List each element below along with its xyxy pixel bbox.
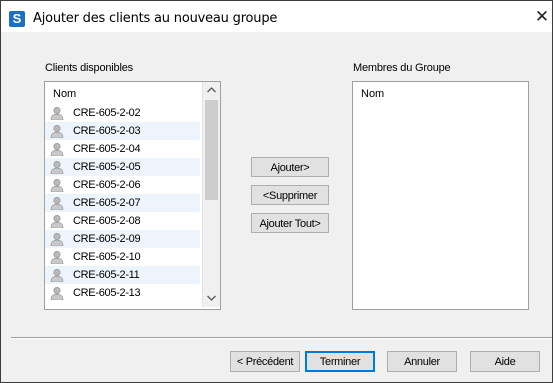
user-icon (50, 160, 64, 174)
add-button[interactable]: Ajouter> (251, 157, 329, 177)
app-logo-icon: S (9, 11, 25, 27)
window-title: Ajouter des clients au nouveau groupe (33, 11, 278, 26)
chevron-up-icon[interactable] (203, 82, 220, 99)
user-icon (50, 268, 64, 282)
client-name: CRE-605-2-09 (73, 233, 141, 245)
client-name: CRE-605-2-05 (73, 161, 141, 173)
available-rows: CRE-605-2-02 CRE-605-2-03 CRE-605-2-04 CRE-… (45, 104, 200, 302)
title-bar: S Ajouter des clients au nouveau groupe … (1, 1, 552, 32)
add-all-button[interactable]: Ajouter Tout> (251, 213, 329, 233)
user-icon (50, 106, 64, 120)
remove-button[interactable]: <Supprimer (251, 185, 329, 205)
list-item[interactable]: CRE-605-2-08 (45, 212, 200, 230)
user-icon (50, 232, 64, 246)
list-item[interactable]: CRE-605-2-02 (45, 104, 200, 122)
list-item[interactable]: CRE-605-2-09 (45, 230, 200, 248)
group-members-list[interactable]: Nom (352, 81, 529, 310)
available-scrollbar[interactable] (202, 82, 220, 307)
user-icon (50, 250, 64, 264)
client-name: CRE-605-2-08 (73, 215, 141, 227)
user-icon (50, 142, 64, 156)
list-item[interactable]: CRE-605-2-07 (45, 194, 200, 212)
list-item[interactable]: CRE-605-2-06 (45, 176, 200, 194)
client-name: CRE-605-2-02 (73, 107, 141, 119)
dialog-window: S Ajouter des clients au nouveau groupe … (0, 0, 553, 383)
list-item[interactable]: CRE-605-2-05 (45, 158, 200, 176)
finish-button[interactable]: Terminer (305, 351, 375, 372)
user-icon (50, 178, 64, 192)
members-column-header[interactable]: Nom (361, 88, 384, 100)
user-icon (50, 214, 64, 228)
client-name: CRE-605-2-06 (73, 179, 141, 191)
list-item[interactable]: CRE-605-2-10 (45, 248, 200, 266)
client-name: CRE-605-2-04 (73, 143, 141, 155)
client-name: CRE-605-2-11 (73, 269, 140, 281)
user-icon (50, 124, 64, 138)
user-icon (50, 286, 64, 300)
available-column-header[interactable]: Nom (53, 88, 76, 100)
client-name: CRE-605-2-13 (73, 287, 141, 299)
client-name: CRE-605-2-07 (73, 197, 141, 209)
client-name: CRE-605-2-10 (73, 251, 141, 263)
cancel-button[interactable]: Annuler (387, 351, 457, 372)
available-clients-list[interactable]: Nom CRE-605-2-02 CRE-605-2-03 CRE-605-2-04… (44, 81, 221, 310)
chevron-down-icon[interactable] (203, 290, 220, 307)
help-button[interactable]: Aide (470, 351, 540, 372)
previous-button[interactable]: < Précédent (230, 351, 300, 372)
available-clients-label: Clients disponibles (45, 62, 133, 74)
close-icon[interactable]: ✕ (531, 5, 553, 29)
client-name: CRE-605-2-03 (73, 125, 141, 137)
list-item[interactable]: CRE-605-2-03 (45, 122, 200, 140)
group-members-label: Membres du Groupe (353, 62, 451, 74)
footer-separator (11, 337, 552, 339)
list-item[interactable]: CRE-605-2-11 (45, 266, 200, 284)
scrollbar-thumb[interactable] (205, 100, 218, 200)
list-item[interactable]: CRE-605-2-04 (45, 140, 200, 158)
user-icon (50, 196, 64, 210)
list-item[interactable]: CRE-605-2-13 (45, 284, 200, 302)
